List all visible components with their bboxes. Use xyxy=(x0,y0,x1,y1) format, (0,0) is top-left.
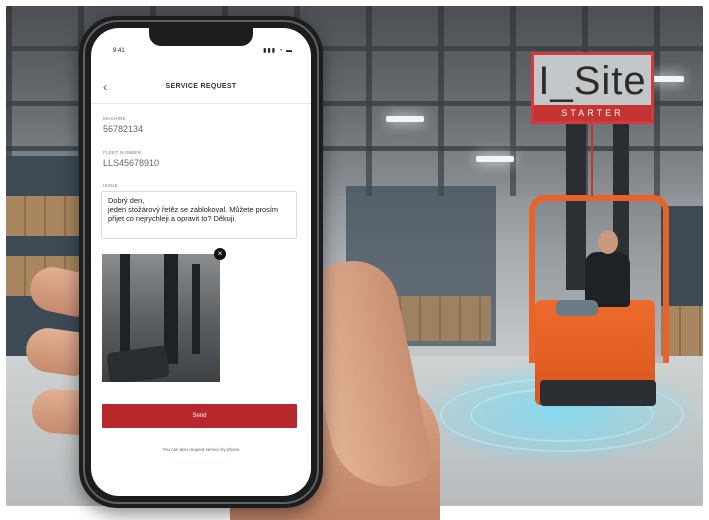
issue-label: ISSUE xyxy=(103,183,119,188)
photo-dashboard xyxy=(106,344,170,382)
machine-label: MACHINE xyxy=(103,116,126,121)
attached-photo xyxy=(102,254,220,382)
footer-note: · · · · · · · · · · · · · · · · · · · · … xyxy=(174,461,228,465)
phone-notch xyxy=(149,28,253,46)
screen-title: SERVICE REQUEST xyxy=(165,83,237,90)
isite-sign: I_Site STARTER xyxy=(531,52,654,124)
header-divider xyxy=(91,103,311,104)
send-button[interactable]: Send xyxy=(102,404,297,428)
photo-mast xyxy=(120,254,130,354)
forklift-base xyxy=(540,380,656,406)
fleet-number-label: FLEET NUMBER xyxy=(103,150,142,155)
phone-request-note[interactable]: You can also request service by phone xyxy=(91,447,311,452)
phone-screen: 9:41 ▮▮▮ ◔ ▬ ‹ SERVICE REQUEST MACHINE 5… xyxy=(91,28,311,496)
photo-mast xyxy=(164,254,178,364)
sign-connector-line xyxy=(591,124,593,196)
status-time: 9:41 xyxy=(113,48,125,54)
isite-logo-text: I_Site xyxy=(538,58,647,103)
issue-textarea[interactable]: Dobrý den, jeden stožárový řetěz se zabl… xyxy=(101,191,297,239)
isite-sign-subtitle: STARTER xyxy=(534,105,651,121)
ceiling-light xyxy=(386,116,424,122)
fleet-number-value: LLS45678910 xyxy=(103,158,160,168)
ceiling-light xyxy=(476,156,514,162)
driver-head xyxy=(598,230,618,254)
signal-wifi-battery-icon: ▮▮▮ ◔ ▬ xyxy=(263,48,293,54)
driver xyxy=(585,252,630,307)
close-icon[interactable]: × xyxy=(214,248,226,260)
driver-leg xyxy=(556,300,598,316)
photo-mast xyxy=(192,264,200,354)
machine-value: 56782134 xyxy=(103,124,144,134)
